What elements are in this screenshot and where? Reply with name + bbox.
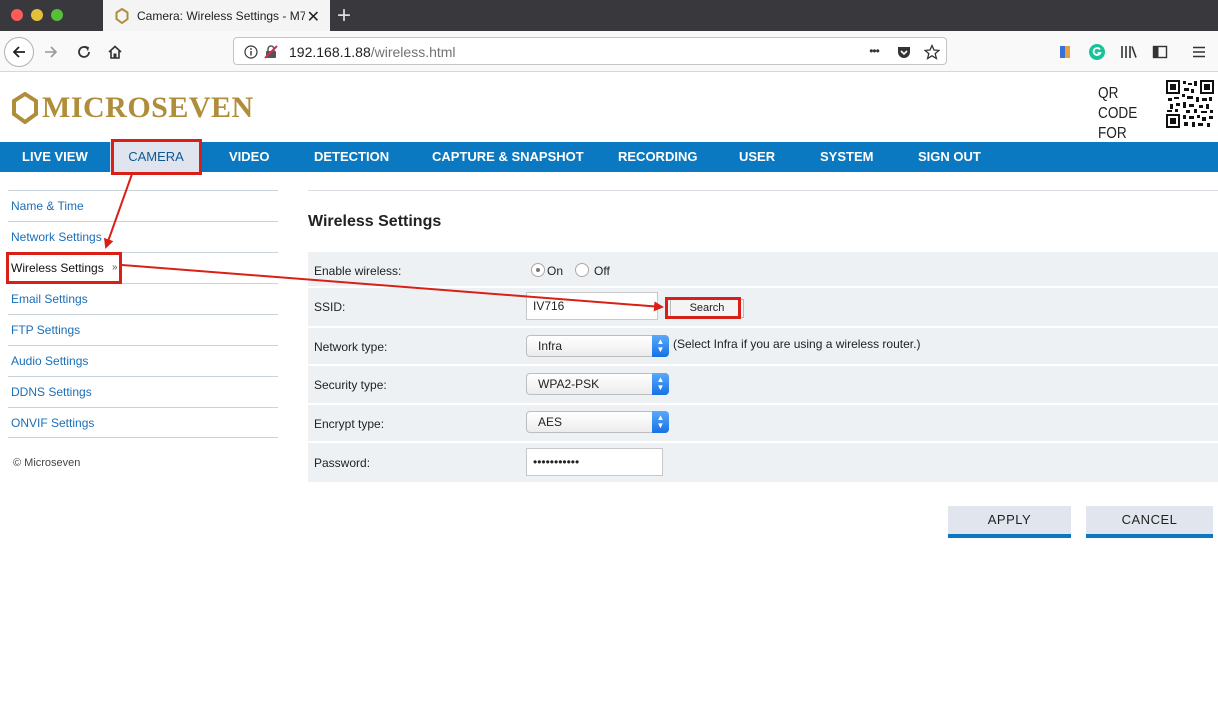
arrow-camera-to-wireless bbox=[103, 173, 133, 249]
arrow-wireless-to-search bbox=[121, 264, 664, 312]
annotation-arrows bbox=[103, 173, 664, 312]
